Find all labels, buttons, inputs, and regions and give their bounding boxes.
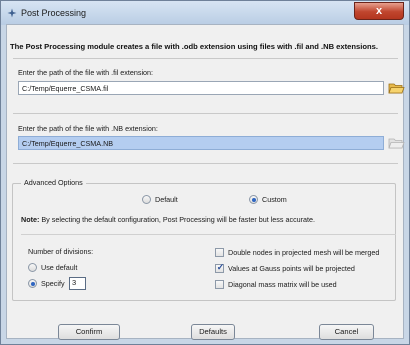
default-mode-label: Default (155, 195, 178, 204)
note-prefix: Note: (21, 215, 40, 224)
title-bar[interactable]: Post Processing x (1, 1, 409, 25)
nb-path-input[interactable]: C:/Temp/Equerre_CSMA.NB (18, 136, 384, 150)
confirm-button[interactable]: Confirm (58, 324, 120, 340)
advanced-options-legend: Advanced Options (21, 178, 86, 187)
merge-nodes-label: Double nodes in projected mesh will be m… (228, 248, 380, 257)
divisions-input[interactable]: 3 (69, 277, 86, 290)
folder-open-icon[interactable] (388, 81, 405, 95)
custom-mode-label: Custom (262, 195, 287, 204)
diagonal-mass-label: Diagonal mass matrix will be used (228, 280, 337, 289)
gauss-points-label: Values at Gauss points will be projected (228, 264, 355, 273)
fil-path-label: Enter the path of the file with .fil ext… (18, 68, 154, 77)
merge-nodes-checkbox[interactable] (215, 248, 224, 257)
close-button[interactable]: x (354, 2, 404, 20)
gauss-points-checkbox[interactable]: ✓ (215, 262, 224, 273)
close-icon: x (375, 5, 383, 17)
defaults-button[interactable]: Defaults (191, 324, 235, 340)
header-description: The Post Processing module creates a fil… (10, 42, 378, 51)
specify-label: Specify (41, 279, 65, 288)
nb-path-label: Enter the path of the file with .NB exte… (18, 124, 158, 133)
divider (13, 113, 398, 114)
custom-mode-radio[interactable] (249, 195, 258, 204)
use-default-radio[interactable] (28, 263, 37, 272)
window-title: Post Processing (21, 8, 87, 18)
divider (21, 234, 396, 235)
folder-open-disabled-icon (388, 138, 405, 149)
note-text: Note: By selecting the default configura… (21, 215, 315, 224)
default-mode-radio[interactable] (142, 195, 151, 204)
fil-path-input[interactable]: C:/Temp/Equerre_CSMA.fil (18, 81, 384, 95)
diagonal-mass-checkbox[interactable] (215, 280, 224, 289)
use-default-label: Use default (41, 263, 78, 272)
note-body: By selecting the default configuration, … (41, 215, 316, 224)
cancel-button[interactable]: Cancel (319, 324, 374, 340)
specify-radio[interactable] (28, 279, 37, 288)
app-icon (7, 8, 17, 18)
divisions-label: Number of divisions: (28, 247, 94, 256)
divider (13, 163, 398, 164)
divider (13, 58, 398, 59)
